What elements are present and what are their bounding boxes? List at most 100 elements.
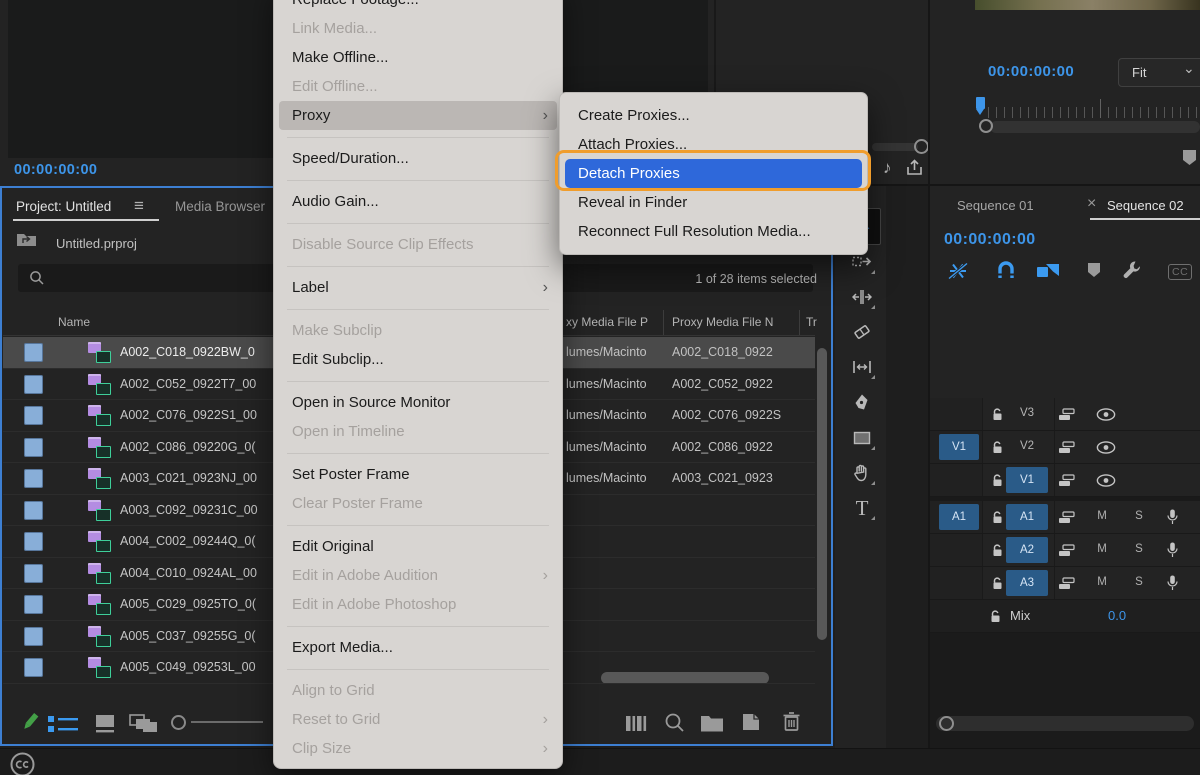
captions-icon[interactable]: CC <box>1168 264 1192 280</box>
lock-icon[interactable] <box>988 609 1003 629</box>
track-header-mix[interactable]: Mix 0.0 <box>930 600 1200 633</box>
lock-icon[interactable] <box>990 576 1005 596</box>
icon-view-icon[interactable] <box>94 715 118 738</box>
folder-up-icon[interactable] <box>16 231 37 252</box>
menu-item-make-offline[interactable]: Make Offline... <box>274 43 562 72</box>
panel-menu-icon[interactable]: ≡ <box>134 196 144 216</box>
toggle-track-output-eye-icon[interactable] <box>1096 408 1116 426</box>
column-divider[interactable] <box>663 310 664 335</box>
submenu-item-attach-proxies[interactable]: Attach Proxies... <box>560 130 867 159</box>
column-header-proxy-name[interactable]: Proxy Media File N <box>672 315 773 329</box>
linked-selection-icon[interactable] <box>1036 262 1060 285</box>
source-patch-button[interactable]: V1 <box>939 434 979 460</box>
sync-lock-icon[interactable] <box>1058 474 1075 492</box>
label-color-chip[interactable] <box>24 343 43 362</box>
submenu-item-reveal-in-finder[interactable]: Reveal in Finder <box>560 188 867 217</box>
solo-button[interactable]: S <box>1131 510 1147 522</box>
source-zoom-scrollbar[interactable] <box>872 143 918 151</box>
column-header-name[interactable]: Name <box>58 315 90 329</box>
find-icon[interactable] <box>664 712 686 739</box>
zoom-slider-track[interactable] <box>191 721 263 723</box>
voiceover-record-mic-icon[interactable] <box>1167 509 1178 530</box>
track-header-a2[interactable]: A2 M S <box>930 534 1200 567</box>
zoom-level-dropdown[interactable]: Fit ⌄ <box>1118 58 1200 87</box>
track-label[interactable]: V3 <box>1006 407 1048 419</box>
track-header-v2[interactable]: V1 V2 <box>930 431 1200 464</box>
nest-as-sequence-icon[interactable] <box>947 261 969 286</box>
track-target-button[interactable]: A2 <box>1006 537 1048 563</box>
sync-lock-icon[interactable] <box>1058 441 1075 459</box>
mute-button[interactable]: M <box>1094 510 1110 522</box>
solo-button[interactable]: S <box>1131 576 1147 588</box>
timeline-horizontal-scrollbar[interactable] <box>936 716 1194 731</box>
timeline-settings-wrench-icon[interactable] <box>1121 259 1143 286</box>
ripple-edit-tool[interactable] <box>852 287 872 307</box>
mute-button[interactable]: M <box>1094 543 1110 555</box>
source-zoom-handle[interactable] <box>914 139 929 154</box>
add-marker-icon[interactable] <box>1182 149 1197 171</box>
tab-media-browser[interactable]: Media Browser <box>175 199 265 214</box>
voiceover-record-mic-icon[interactable] <box>1167 575 1178 596</box>
marker-icon[interactable] <box>1087 262 1101 283</box>
list-view-icon[interactable] <box>48 715 80 738</box>
menu-item-set-poster-frame[interactable]: Set Poster Frame <box>274 460 562 489</box>
track-header-v3[interactable]: V3 <box>930 398 1200 431</box>
label-color-chip[interactable] <box>24 375 43 394</box>
program-zoom-handle[interactable] <box>979 119 993 133</box>
sync-lock-icon[interactable] <box>1058 511 1075 529</box>
lock-icon[interactable] <box>990 473 1005 493</box>
new-bin-icon[interactable] <box>700 714 724 737</box>
snap-magnet-icon[interactable] <box>996 261 1016 285</box>
type-tool[interactable]: T <box>852 498 872 518</box>
slip-tool[interactable] <box>852 357 872 377</box>
tab-sequence-02[interactable]: Sequence 02 <box>1107 198 1184 213</box>
track-target-button[interactable]: V1 <box>1006 467 1048 493</box>
track-label[interactable]: V2 <box>1006 440 1048 452</box>
label-color-chip[interactable] <box>24 627 43 646</box>
track-header-a3[interactable]: A3 M S <box>930 567 1200 600</box>
close-tab-icon[interactable]: × <box>1087 195 1096 213</box>
lock-icon[interactable] <box>990 510 1005 530</box>
label-color-chip[interactable] <box>24 469 43 488</box>
label-color-chip[interactable] <box>24 406 43 425</box>
automate-to-sequence-icon[interactable] <box>626 715 648 737</box>
label-color-chip[interactable] <box>24 564 43 583</box>
timeline-scroll-handle[interactable] <box>939 716 954 731</box>
program-zoom-scrollbar[interactable] <box>990 121 1200 133</box>
submenu-item-create-proxies[interactable]: Create Proxies... <box>560 101 867 130</box>
submenu-item-reconnect-full-resolution-media[interactable]: Reconnect Full Resolution Media... <box>560 217 867 246</box>
column-header-proxy-path[interactable]: xy Media File P <box>566 315 648 329</box>
new-item-icon[interactable] <box>741 712 761 737</box>
label-color-chip[interactable] <box>24 595 43 614</box>
lock-icon[interactable] <box>990 543 1005 563</box>
voiceover-record-mic-icon[interactable] <box>1167 542 1178 563</box>
label-color-chip[interactable] <box>24 501 43 520</box>
source-patch-button[interactable]: A1 <box>939 504 979 530</box>
label-color-chip[interactable] <box>24 532 43 551</box>
track-header-a1[interactable]: A1 A1 M S <box>930 501 1200 534</box>
menu-item-open-in-source-monitor[interactable]: Open in Source Monitor <box>274 388 562 417</box>
mute-button[interactable]: M <box>1094 576 1110 588</box>
track-target-button[interactable]: A1 <box>1006 504 1048 530</box>
zoom-slider-handle[interactable] <box>171 715 186 730</box>
program-timecode[interactable]: 00:00:00:00 <box>988 63 1074 80</box>
sync-lock-icon[interactable] <box>1058 544 1075 562</box>
menu-item-export-media[interactable]: Export Media... <box>274 633 562 662</box>
menu-item-audio-gain[interactable]: Audio Gain... <box>274 187 562 216</box>
breadcrumb[interactable]: Untitled.prproj <box>56 236 137 251</box>
label-color-chip[interactable] <box>24 658 43 677</box>
pen-tool[interactable] <box>852 393 872 413</box>
source-timecode[interactable]: 00:00:00:00 <box>14 162 97 178</box>
track-select-forward-tool[interactable] <box>852 252 872 272</box>
menu-item-proxy[interactable]: Proxy› <box>279 101 557 130</box>
menu-item-edit-subclip[interactable]: Edit Subclip... <box>274 345 562 374</box>
hand-tool[interactable] <box>852 463 872 483</box>
program-playhead[interactable] <box>976 97 985 109</box>
program-time-ruler[interactable] <box>988 107 1200 118</box>
vertical-scrollbar[interactable] <box>817 348 827 640</box>
rectangle-tool[interactable] <box>852 428 872 448</box>
menu-item-speed-duration[interactable]: Speed/Duration... <box>274 144 562 173</box>
tab-sequence-01[interactable]: Sequence 01 <box>957 198 1034 213</box>
toggle-track-output-eye-icon[interactable] <box>1096 441 1116 459</box>
toggle-track-output-eye-icon[interactable] <box>1096 474 1116 492</box>
